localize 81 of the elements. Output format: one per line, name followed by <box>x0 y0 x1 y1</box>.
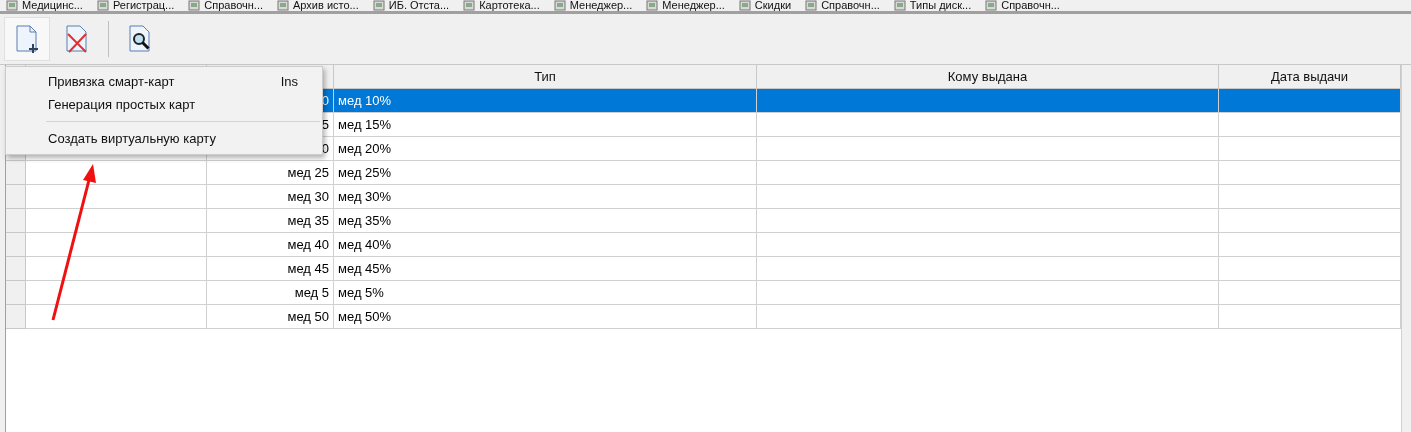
window-tab[interactable]: Картотека... <box>479 0 540 11</box>
table-cell[interactable] <box>757 89 1219 113</box>
window-tab[interactable]: Регистрац... <box>112 0 175 11</box>
table-cell[interactable]: мед 30 <box>207 185 334 209</box>
menu-item[interactable]: Создать виртуальную карту <box>6 127 322 150</box>
context-menu[interactable]: Привязка смарт-карт Ins Генерация простых карт Создать виртуальную карту <box>5 66 323 155</box>
table-cell[interactable]: мед 35% <box>334 209 757 233</box>
row-header[interactable] <box>6 281 26 305</box>
table-cell[interactable]: мед 5% <box>334 281 757 305</box>
window-icon <box>463 0 476 11</box>
window-tab[interactable]: Справочн... <box>204 0 263 11</box>
table-cell[interactable] <box>26 305 207 329</box>
window-tab[interactable]: Медицинс... <box>22 0 83 11</box>
window-icon <box>6 0 18 11</box>
table-cell[interactable] <box>26 209 207 233</box>
table-cell[interactable] <box>26 185 207 209</box>
window-tab[interactable]: Скидки <box>754 0 792 11</box>
row-header[interactable] <box>6 161 26 185</box>
table-cell[interactable]: мед 45 <box>207 257 334 281</box>
new-button[interactable] <box>4 17 50 61</box>
menu-item-label: Генерация простых карт <box>48 96 196 114</box>
table-cell[interactable]: мед 10% <box>334 89 757 113</box>
column-header[interactable]: Тип <box>334 65 757 89</box>
window-tab[interactable]: ИБ. Отста... <box>388 0 450 11</box>
table-cell[interactable]: мед 5 <box>207 281 334 305</box>
window-icon <box>188 0 201 11</box>
window-icon <box>738 0 751 11</box>
table-cell[interactable] <box>757 281 1219 305</box>
column-header[interactable]: Дата выдачи <box>1219 65 1401 89</box>
table-cell[interactable] <box>757 257 1219 281</box>
table-cell[interactable]: мед 15% <box>334 113 757 137</box>
table-cell[interactable] <box>757 113 1219 137</box>
row-header[interactable] <box>6 185 26 209</box>
window-icon <box>805 0 818 11</box>
window-tab[interactable]: Архив исто... <box>293 0 359 11</box>
window-tab[interactable]: Справочн... <box>1001 0 1060 11</box>
scrollbar[interactable] <box>1401 65 1411 432</box>
row-header[interactable] <box>6 305 26 329</box>
menu-item-label: Привязка смарт-карт <box>48 73 175 91</box>
table-cell[interactable] <box>1219 89 1401 113</box>
table-cell[interactable]: мед 40% <box>334 233 757 257</box>
window-tab[interactable]: Менеджер... <box>662 0 725 11</box>
table-cell[interactable]: мед 20% <box>334 137 757 161</box>
row-header[interactable] <box>6 257 26 281</box>
table-cell[interactable] <box>26 233 207 257</box>
menu-item[interactable]: Привязка смарт-карт Ins <box>6 70 322 93</box>
search-document-icon <box>127 24 153 54</box>
table-cell[interactable] <box>26 257 207 281</box>
window-icon <box>893 0 906 11</box>
window-icon <box>553 0 566 11</box>
row-header[interactable] <box>6 233 26 257</box>
table-cell[interactable] <box>757 161 1219 185</box>
table-cell[interactable] <box>757 233 1219 257</box>
window-icon <box>372 0 385 11</box>
table-cell[interactable] <box>757 137 1219 161</box>
shortcut-label: Ins <box>280 73 298 91</box>
window-tab[interactable]: Типы диск... <box>909 0 972 11</box>
table-cell[interactable] <box>26 281 207 305</box>
delete-document-icon <box>64 24 90 54</box>
table-cell[interactable] <box>757 185 1219 209</box>
window-icon <box>985 0 998 11</box>
table-cell[interactable]: мед 50 <box>207 305 334 329</box>
new-document-icon <box>14 24 40 54</box>
window-tab[interactable]: Справочн... <box>821 0 880 11</box>
table-cell[interactable]: мед 50% <box>334 305 757 329</box>
table-cell[interactable] <box>757 209 1219 233</box>
table-cell[interactable]: мед 35 <box>207 209 334 233</box>
window-tab[interactable]: Менеджер... <box>569 0 633 11</box>
row-header[interactable] <box>6 209 26 233</box>
window-icon <box>646 0 659 11</box>
menu-item-label: Создать виртуальную карту <box>48 130 216 148</box>
table-cell[interactable]: мед 30% <box>334 185 757 209</box>
column-header[interactable]: Кому выдана <box>757 65 1219 89</box>
table-cell[interactable]: мед 40 <box>207 233 334 257</box>
window-icon <box>96 0 109 11</box>
table-cell[interactable] <box>757 305 1219 329</box>
table-cell[interactable]: мед 25 <box>207 161 334 185</box>
table-cell[interactable]: мед 25% <box>334 161 757 185</box>
table-cell[interactable]: мед 45% <box>334 257 757 281</box>
menu-item[interactable]: Генерация простых карт <box>6 93 322 116</box>
window-icon <box>277 0 289 11</box>
